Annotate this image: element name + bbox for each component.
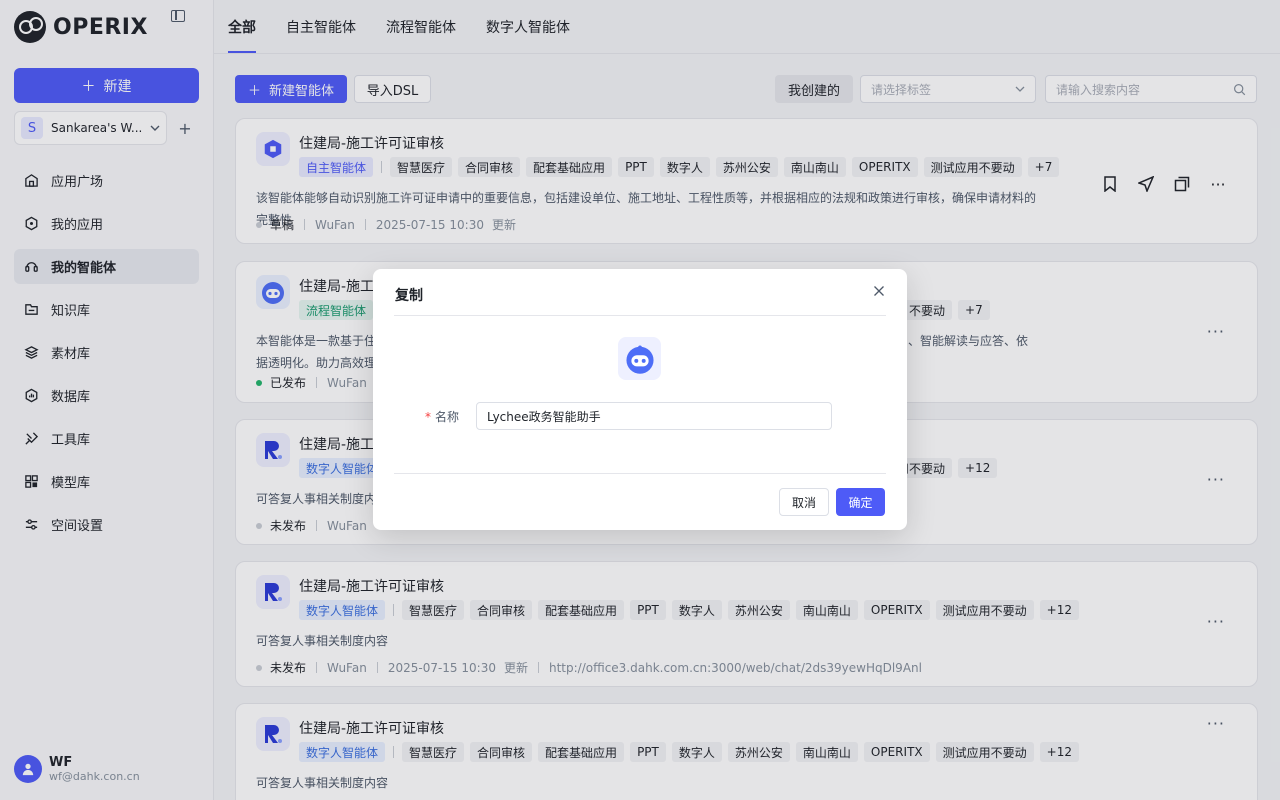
dialog-title: 复制 — [395, 288, 423, 304]
close-icon[interactable] — [873, 285, 885, 297]
cancel-button[interactable]: 取消 — [779, 488, 829, 516]
robot-icon — [625, 344, 654, 374]
divider — [394, 473, 886, 474]
agent-avatar-picker[interactable] — [618, 337, 661, 380]
divider — [394, 315, 886, 316]
name-label: * 名称 — [425, 410, 460, 424]
name-input[interactable]: Lychee政务智能助手 — [476, 402, 832, 430]
confirm-button[interactable]: 确定 — [836, 488, 885, 516]
required-mark: * — [425, 410, 431, 424]
copy-dialog: 复制 * 名称 Lychee政务智能助手 取消 确定 — [373, 269, 907, 530]
